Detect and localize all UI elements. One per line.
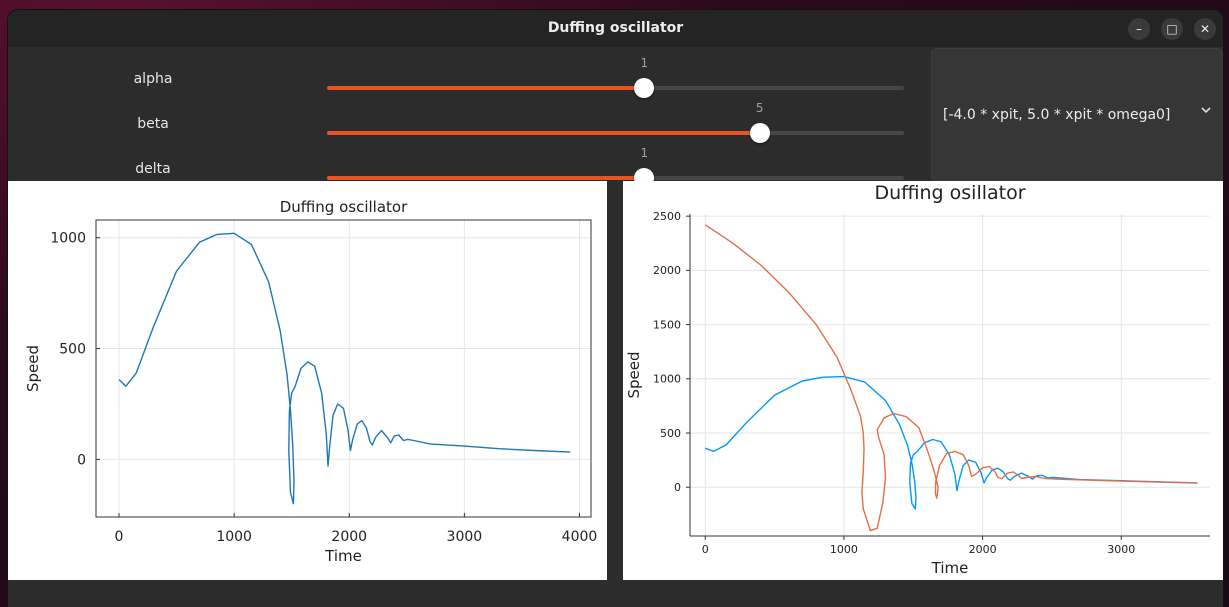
left-chart: 0 1000 2000 3000 4000 0 500 1000 Duffing oscilla… bbox=[24, 198, 598, 565]
equation-dropdown[interactable]: [-4.0 * xpit, 5.0 * xpit * omega0] bbox=[931, 48, 1223, 182]
minimize-icon: – bbox=[1136, 22, 1142, 36]
right-chart: 0 1000 2000 3000 0 500 1000 1500 2000 2500 Duffing… bbox=[625, 182, 1210, 577]
beta-label: beta bbox=[137, 116, 169, 132]
y-axis-label: Speed bbox=[24, 345, 42, 392]
right-plot-panel: 0 1000 2000 3000 0 500 1000 1500 2000 2500 Duffing… bbox=[623, 181, 1223, 580]
close-icon: ✕ bbox=[1199, 22, 1211, 36]
y-tick-label: 0 bbox=[674, 481, 681, 494]
left-plot-panel: 0 1000 2000 3000 4000 0 500 1000 Duffing oscilla… bbox=[8, 181, 607, 580]
beta-slider[interactable]: 5 bbox=[327, 101, 904, 143]
x-tick-label: 2000 bbox=[969, 543, 997, 556]
delta-value: 1 bbox=[640, 146, 649, 160]
window-title: Duffing oscillator bbox=[547, 20, 684, 36]
x-tick-label: 3000 bbox=[1107, 543, 1135, 556]
y-tick-label: 2500 bbox=[653, 210, 681, 223]
y-tick-label: 500 bbox=[660, 427, 681, 440]
dropdown-selected-value: [-4.0 * xpit, 5.0 * xpit * omega0] bbox=[943, 107, 1171, 123]
chevron-down-icon bbox=[1200, 101, 1212, 120]
minimize-button[interactable]: – bbox=[1128, 18, 1150, 40]
chart-title: Duffing osillator bbox=[874, 182, 1025, 204]
alpha-slider-handle[interactable] bbox=[634, 78, 655, 98]
app-window: Duffing oscillator – □ ✕ alpha 1 beta 5 … bbox=[8, 10, 1223, 607]
y-tick-label: 1000 bbox=[50, 231, 86, 247]
x-tick-label: 4000 bbox=[562, 529, 598, 545]
y-tick-label: 2000 bbox=[653, 264, 681, 277]
title-bar[interactable]: Duffing oscillator – □ ✕ bbox=[8, 10, 1223, 47]
x-tick-label: 3000 bbox=[447, 529, 483, 545]
y-axis-label: Speed bbox=[625, 351, 643, 398]
x-tick-label: 1000 bbox=[216, 529, 252, 545]
x-axis-label: Time bbox=[324, 547, 362, 565]
chart-title: Duffing oscillator bbox=[280, 198, 408, 216]
x-tick-label: 0 bbox=[115, 529, 124, 545]
bottom-bar bbox=[8, 580, 1223, 607]
y-tick-label: 500 bbox=[59, 341, 86, 357]
close-button[interactable]: ✕ bbox=[1194, 18, 1216, 40]
beta-slider-handle[interactable] bbox=[749, 123, 770, 143]
alpha-value: 1 bbox=[640, 56, 649, 70]
x-tick-label: 0 bbox=[702, 543, 709, 556]
alpha-slider-fill bbox=[327, 86, 645, 90]
alpha-label: alpha bbox=[133, 71, 173, 87]
parameter-panel: alpha 1 beta 5 delta 1 [-4.0 * xpit, 5.0… bbox=[8, 47, 1223, 188]
beta-slider-fill bbox=[327, 131, 760, 135]
x-axis-label: Time bbox=[931, 559, 969, 577]
maximize-button[interactable]: □ bbox=[1161, 18, 1183, 40]
series-line-0 bbox=[118, 232, 571, 505]
y-tick-label: 1500 bbox=[653, 318, 681, 331]
delta-slider-fill bbox=[327, 176, 645, 180]
x-tick-label: 2000 bbox=[331, 529, 367, 545]
maximize-icon: □ bbox=[1166, 22, 1178, 36]
delta-slider[interactable]: 1 bbox=[327, 146, 904, 188]
x-tick-label: 1000 bbox=[830, 543, 858, 556]
y-tick-label: 0 bbox=[77, 452, 86, 468]
delta-label: delta bbox=[135, 161, 171, 177]
series-line-0 bbox=[705, 375, 1198, 510]
plot-frame bbox=[95, 219, 592, 518]
y-tick-label: 1000 bbox=[653, 373, 681, 386]
beta-value: 5 bbox=[755, 101, 764, 115]
alpha-slider[interactable]: 1 bbox=[327, 56, 904, 98]
